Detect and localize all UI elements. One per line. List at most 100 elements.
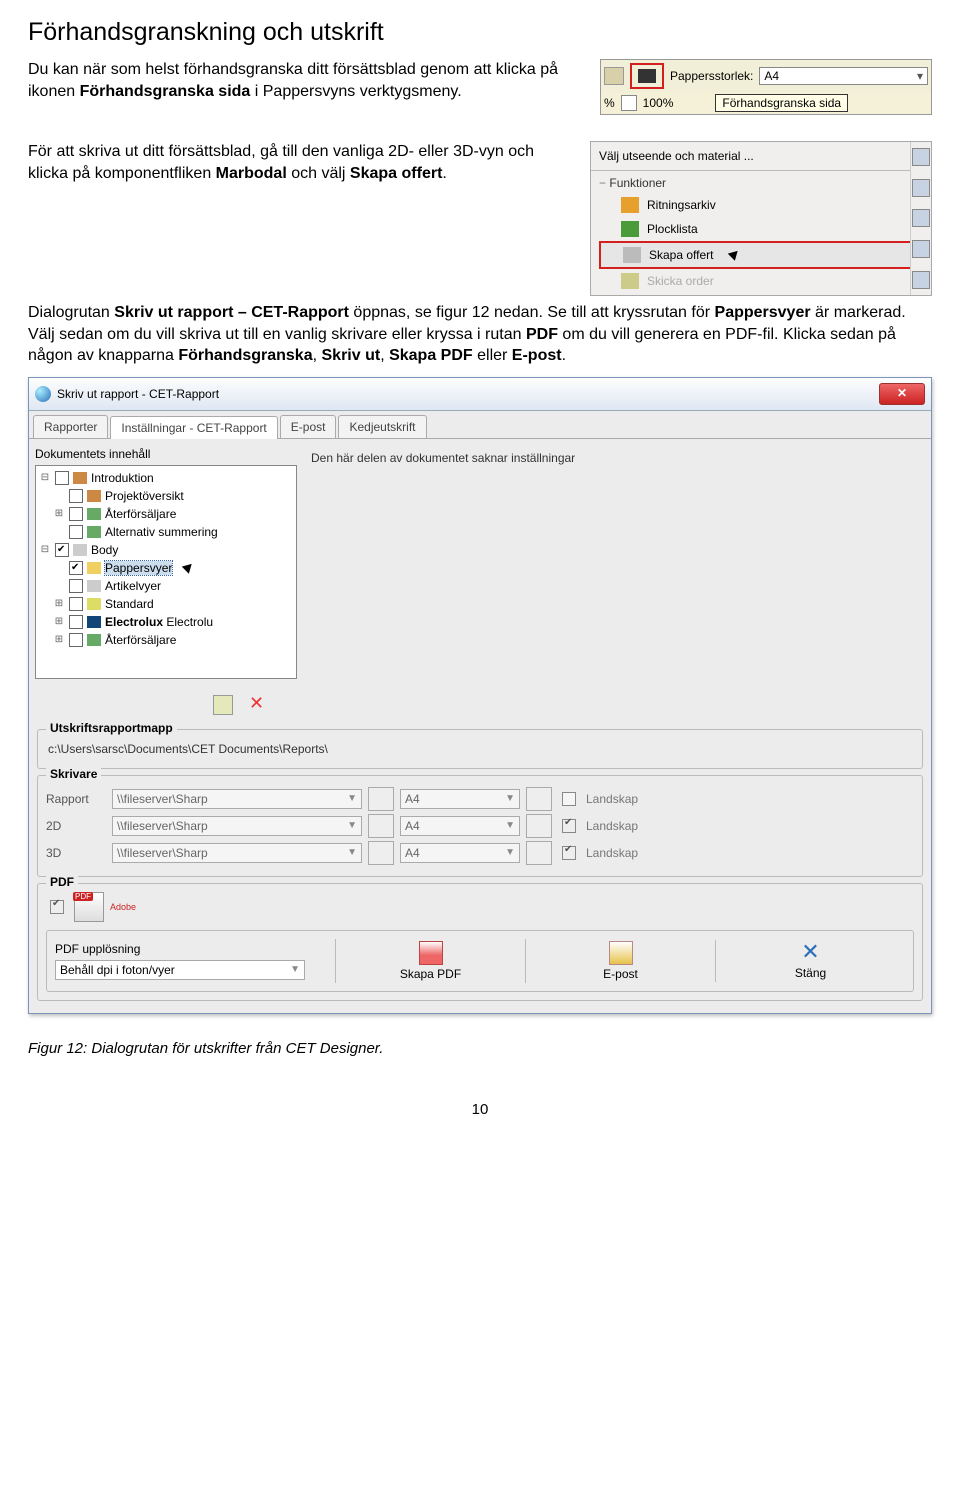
group-title: PDF [46,875,78,889]
book-icon [73,472,87,484]
printer-dropdown[interactable]: \\fileserver\Sharp▼ [112,789,362,809]
stang-button[interactable]: ✕ Stäng [715,940,905,982]
panel-item-skicka-order[interactable]: Skicka order [599,269,923,293]
panel-item-label: Skicka order [647,274,714,288]
tree-node[interactable]: ⊟Introduktion [39,469,293,487]
paperview-icon [87,562,101,574]
text: eller [473,347,512,364]
zoom-out-icon[interactable] [621,95,637,111]
thumb-icon[interactable] [912,240,930,258]
tree-node-pappersvyer[interactable]: Pappersvyer [39,559,293,577]
checkbox[interactable] [55,543,69,557]
printer-dropdown[interactable]: \\fileserver\Sharp▼ [112,816,362,836]
panel-item-label: Ritningsarkiv [647,198,716,212]
copy-icon[interactable] [213,695,233,715]
tree-node[interactable]: Alternativ summering [39,523,293,541]
paper-dropdown[interactable]: A4▼ [400,789,520,809]
epost-button[interactable]: E-post [525,939,715,983]
landscape-label: Landskap [586,792,638,806]
checkbox[interactable] [69,615,83,629]
thumb-icon[interactable] [912,148,930,166]
button-label: Stäng [795,966,826,980]
dialog-title: Skriv ut rapport - CET-Rapport [57,387,219,401]
app-orb-icon [35,386,51,402]
orientation-icon[interactable] [526,814,552,838]
checkbox[interactable] [69,489,83,503]
printer-settings-icon[interactable] [368,814,394,838]
tree-label: Alternativ summering [105,525,218,539]
tree-node[interactable]: ⊞Standard [39,595,293,613]
group-pdf: PDF Adobe PDF upplösning Behåll dpi i fo… [37,883,923,1001]
paper-dropdown[interactable]: A4▼ [400,843,520,863]
tab-installningar[interactable]: Inställningar - CET-Rapport [110,416,277,439]
document-icon [623,247,641,263]
group-title: Utskriftsrapportmapp [46,721,177,735]
book-icon [621,221,639,237]
figure-caption: Figur 12: Dialogrutan för utskrifter frå… [28,1040,932,1057]
printer-dropdown[interactable]: \\fileserver\Sharp▼ [112,843,362,863]
intro-paragraph-2: För att skriva ut ditt försättsblad, gå … [28,141,572,184]
text: och välj [287,165,350,182]
sidepanel-screenshot: Välj utseende och material ... ✕ − Funkt… [590,141,932,296]
body-icon [73,544,87,556]
landscape-checkbox[interactable] [562,819,576,833]
summary-icon [87,526,101,538]
landscape-checkbox[interactable] [562,846,576,860]
text-bold: Pappersvyer [715,304,811,321]
tree-node[interactable]: ⊟Body [39,541,293,559]
group-printer: Skrivare Rapport \\fileserver\Sharp▼ A4▼… [37,775,923,877]
printer-settings-icon[interactable] [368,841,394,865]
pdf-icon [74,892,104,922]
thumb-icon[interactable] [912,271,930,289]
toolbar-screenshot: Pappersstorlek: A4 ▾ % 100% Förhandsgran… [600,59,932,115]
tab-kedjeutskrift[interactable]: Kedjeutskrift [338,415,426,438]
tree-node[interactable]: Projektöversikt [39,487,293,505]
paper-dropdown[interactable]: A4▼ [400,816,520,836]
checkbox[interactable] [69,597,83,611]
checkbox[interactable] [55,471,69,485]
intro-paragraph-1: Du kan när som helst förhandsgranska dit… [28,59,582,102]
checkbox[interactable] [69,579,83,593]
tree-label: Återförsäljare [105,507,176,521]
text-bold: E-post [512,347,562,364]
electrolux-icon [87,616,101,628]
preview-icon-highlight [630,63,664,89]
standard-icon [87,598,101,610]
row-label: Rapport [46,792,106,806]
landscape-checkbox[interactable] [562,792,576,806]
printer-settings-icon[interactable] [368,787,394,811]
pdf-checkbox[interactable] [50,900,64,914]
checkbox[interactable] [69,561,83,575]
dropdown-value: \\fileserver\Sharp [117,792,208,806]
checkbox[interactable] [69,507,83,521]
pdf-resolution-label: PDF upplösning [55,942,335,956]
skapa-pdf-button[interactable]: Skapa PDF [335,939,525,983]
tree-label: Återförsäljare [105,633,176,647]
tree-node[interactable]: Artikelvyer [39,577,293,595]
panel-item-skapa-offert[interactable]: Skapa offert [599,241,923,269]
dropdown-value: A4 [405,792,420,806]
text-bold: Skriv ut rapport – CET-Rapport [114,304,349,321]
tree-node[interactable]: ⊞Electrolux Electrolu [39,613,293,631]
window-close-button[interactable]: ✕ [879,383,925,405]
panel-item-plocklista[interactable]: Plocklista [599,217,923,241]
tree-node[interactable]: ⊞Återförsäljare [39,631,293,649]
orientation-icon[interactable] [526,841,552,865]
row-label: 2D [46,819,106,833]
zoom-value: 100% [643,96,674,110]
panel-right-strip [910,142,931,295]
papersize-dropdown[interactable]: A4 ▾ [759,67,928,85]
thumb-icon[interactable] [912,179,930,197]
thumb-icon[interactable] [912,209,930,227]
checkbox[interactable] [69,525,83,539]
tree-label: Artikelvyer [105,579,161,593]
pdf-resolution-dropdown[interactable]: Behåll dpi i foton/vyer▼ [55,960,305,980]
tab-epost[interactable]: E-post [280,415,337,438]
document-tree[interactable]: ⊟Introduktion Projektöversikt ⊞Återförsä… [35,465,297,679]
checkbox[interactable] [69,633,83,647]
tree-node[interactable]: ⊞Återförsäljare [39,505,293,523]
delete-icon[interactable]: ✕ [249,695,267,713]
panel-item-ritningsarkiv[interactable]: Ritningsarkiv [599,193,923,217]
tab-rapporter[interactable]: Rapporter [33,415,108,438]
orientation-icon[interactable] [526,787,552,811]
